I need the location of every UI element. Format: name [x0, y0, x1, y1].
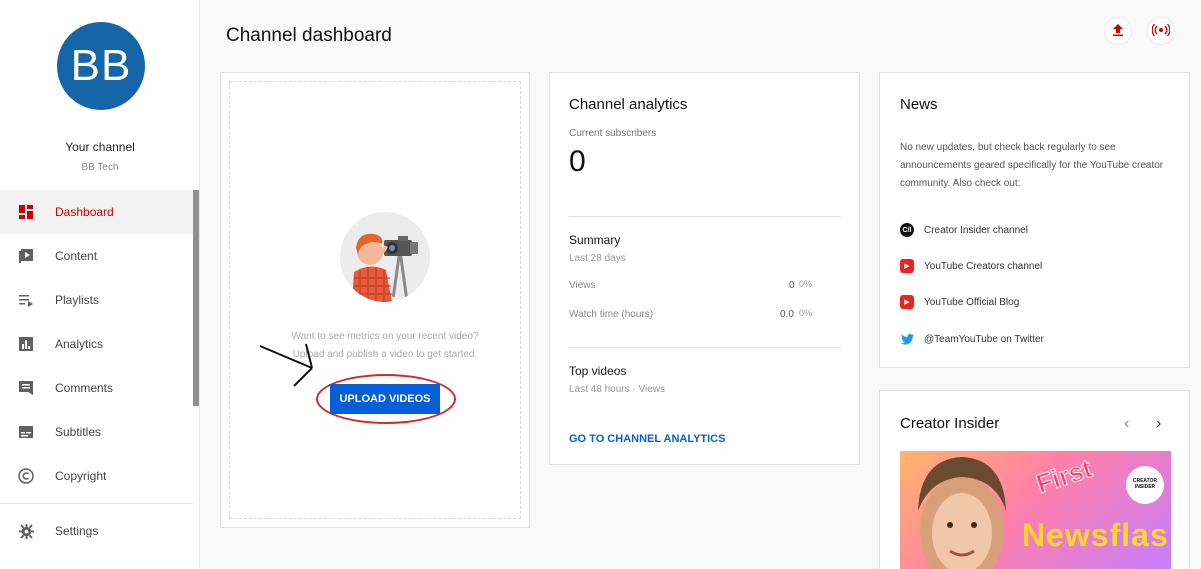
sidebar-item-label: Subtitles [55, 425, 102, 439]
news-link-youtube-creators[interactable]: ▶ YouTube Creators channel [900, 259, 1042, 273]
go-to-analytics-link[interactable]: GO TO CHANNEL ANALYTICS [569, 433, 725, 445]
creator-insider-card: Creator Insider ‹ › CREATOR INSIDER Firs… [879, 390, 1190, 569]
youtube-icon: ▶ [900, 259, 914, 273]
sidebar-item-label: Comments [55, 381, 114, 395]
views-label: Views [569, 280, 596, 291]
subtitles-icon [18, 424, 34, 440]
news-link-label: Creator Insider channel [924, 224, 1028, 236]
upload-dropzone: Want to see metrics on your recent video… [229, 81, 521, 519]
sidebar-item-playlists[interactable]: Playlists [0, 278, 193, 322]
sidebar-divider [0, 503, 193, 504]
news-description: No new updates, but check back regularly… [900, 142, 1164, 189]
gear-icon [18, 523, 34, 539]
creator-insider-badge: CREATOR INSIDER [1132, 478, 1158, 490]
sidebar-item-settings[interactable]: Settings [0, 509, 193, 553]
thumbnail-text-newsflash: Newsflash [1022, 517, 1171, 553]
news-card: News No new updates, but check back regu… [879, 72, 1190, 368]
chevron-left-icon[interactable]: ‹ [1124, 415, 1129, 433]
creator-illustration [340, 212, 430, 302]
sidebar-item-content[interactable]: Content [0, 234, 193, 278]
upload-icon [1112, 23, 1124, 39]
sidebar-item-label: Content [55, 249, 98, 263]
news-link-label: YouTube Creators channel [924, 260, 1043, 272]
subscribers-label: Current subscribers [569, 128, 657, 139]
sidebar-item-subtitles[interactable]: Subtitles [0, 410, 193, 454]
copyright-icon [18, 468, 34, 484]
go-live-icon [1151, 23, 1171, 39]
news-link-creator-insider[interactable]: C/I Creator Insider channel [900, 223, 1028, 237]
analytics-title: Channel analytics [569, 96, 688, 113]
sidebar-item-label: Playlists [55, 293, 100, 307]
news-link-youtube-blog[interactable]: ▶ YouTube Official Blog [900, 295, 1019, 309]
upload-button[interactable] [1105, 18, 1131, 44]
views-value: 0 [789, 280, 795, 291]
news-link-twitter[interactable]: @TeamYouTube on Twitter [900, 332, 1044, 346]
comments-icon [18, 380, 34, 396]
page-title: Channel dashboard [226, 25, 392, 46]
divider [569, 347, 841, 348]
channel-name: BB Tech [81, 162, 119, 173]
annotation-arrow [259, 343, 313, 387]
news-link-label: YouTube Official Blog [924, 296, 1020, 308]
divider [569, 216, 841, 217]
analytics-icon [18, 336, 34, 352]
creator-insider-icon: C/I [900, 223, 914, 237]
upload-videos-button[interactable]: UPLOAD VIDEOS [330, 384, 440, 414]
sidebar-item-label: Analytics [55, 337, 104, 351]
upload-card: Want to see metrics on your recent video… [220, 72, 530, 528]
summary-title: Summary [569, 233, 621, 247]
channel-title[interactable]: Your channel [0, 140, 200, 154]
sidebar-item-comments[interactable]: Comments [0, 366, 193, 410]
news-title: News [900, 96, 938, 113]
dashboard-icon [18, 204, 34, 220]
news-link-label: @TeamYouTube on Twitter [924, 333, 1044, 345]
creator-insider-title: Creator Insider [900, 415, 1000, 432]
content-icon [18, 248, 34, 264]
views-pct: 0% [799, 279, 813, 289]
sidebar-item-label: Copyright [55, 469, 107, 483]
subscribers-count: 0 [569, 145, 586, 178]
sidebar-item-label: Dashboard [55, 205, 114, 219]
watchtime-value: 0.0 [780, 309, 794, 320]
sidebar-item-copyright[interactable]: Copyright [0, 454, 193, 498]
top-videos-title: Top videos [569, 364, 627, 378]
sidebar-nav: Dashboard Content Playlists Analytics Co… [0, 190, 193, 553]
channel-analytics-card: Channel analytics Current subscribers 0 … [549, 72, 860, 465]
avatar[interactable]: BB [57, 22, 145, 110]
go-live-button[interactable] [1148, 18, 1174, 44]
summary-period: Last 28 days [569, 253, 626, 264]
sidebar-item-label: Settings [55, 524, 99, 538]
sidebar: BB Your channel BB Tech Dashboard Conten… [0, 0, 200, 569]
watchtime-label: Watch time (hours) [569, 309, 654, 320]
sidebar-scrollbar[interactable] [193, 190, 199, 406]
youtube-icon: ▶ [900, 295, 914, 309]
watchtime-pct: 0% [799, 308, 813, 318]
sidebar-item-dashboard[interactable]: Dashboard [0, 190, 193, 234]
video-thumbnail[interactable]: CREATOR INSIDER First Newsflash [900, 451, 1171, 569]
sidebar-item-analytics[interactable]: Analytics [0, 322, 193, 366]
playlists-icon [18, 292, 34, 308]
chevron-right-icon[interactable]: › [1156, 415, 1161, 433]
top-videos-period: Last 48 hours · Views [569, 384, 665, 395]
twitter-icon [900, 332, 914, 346]
